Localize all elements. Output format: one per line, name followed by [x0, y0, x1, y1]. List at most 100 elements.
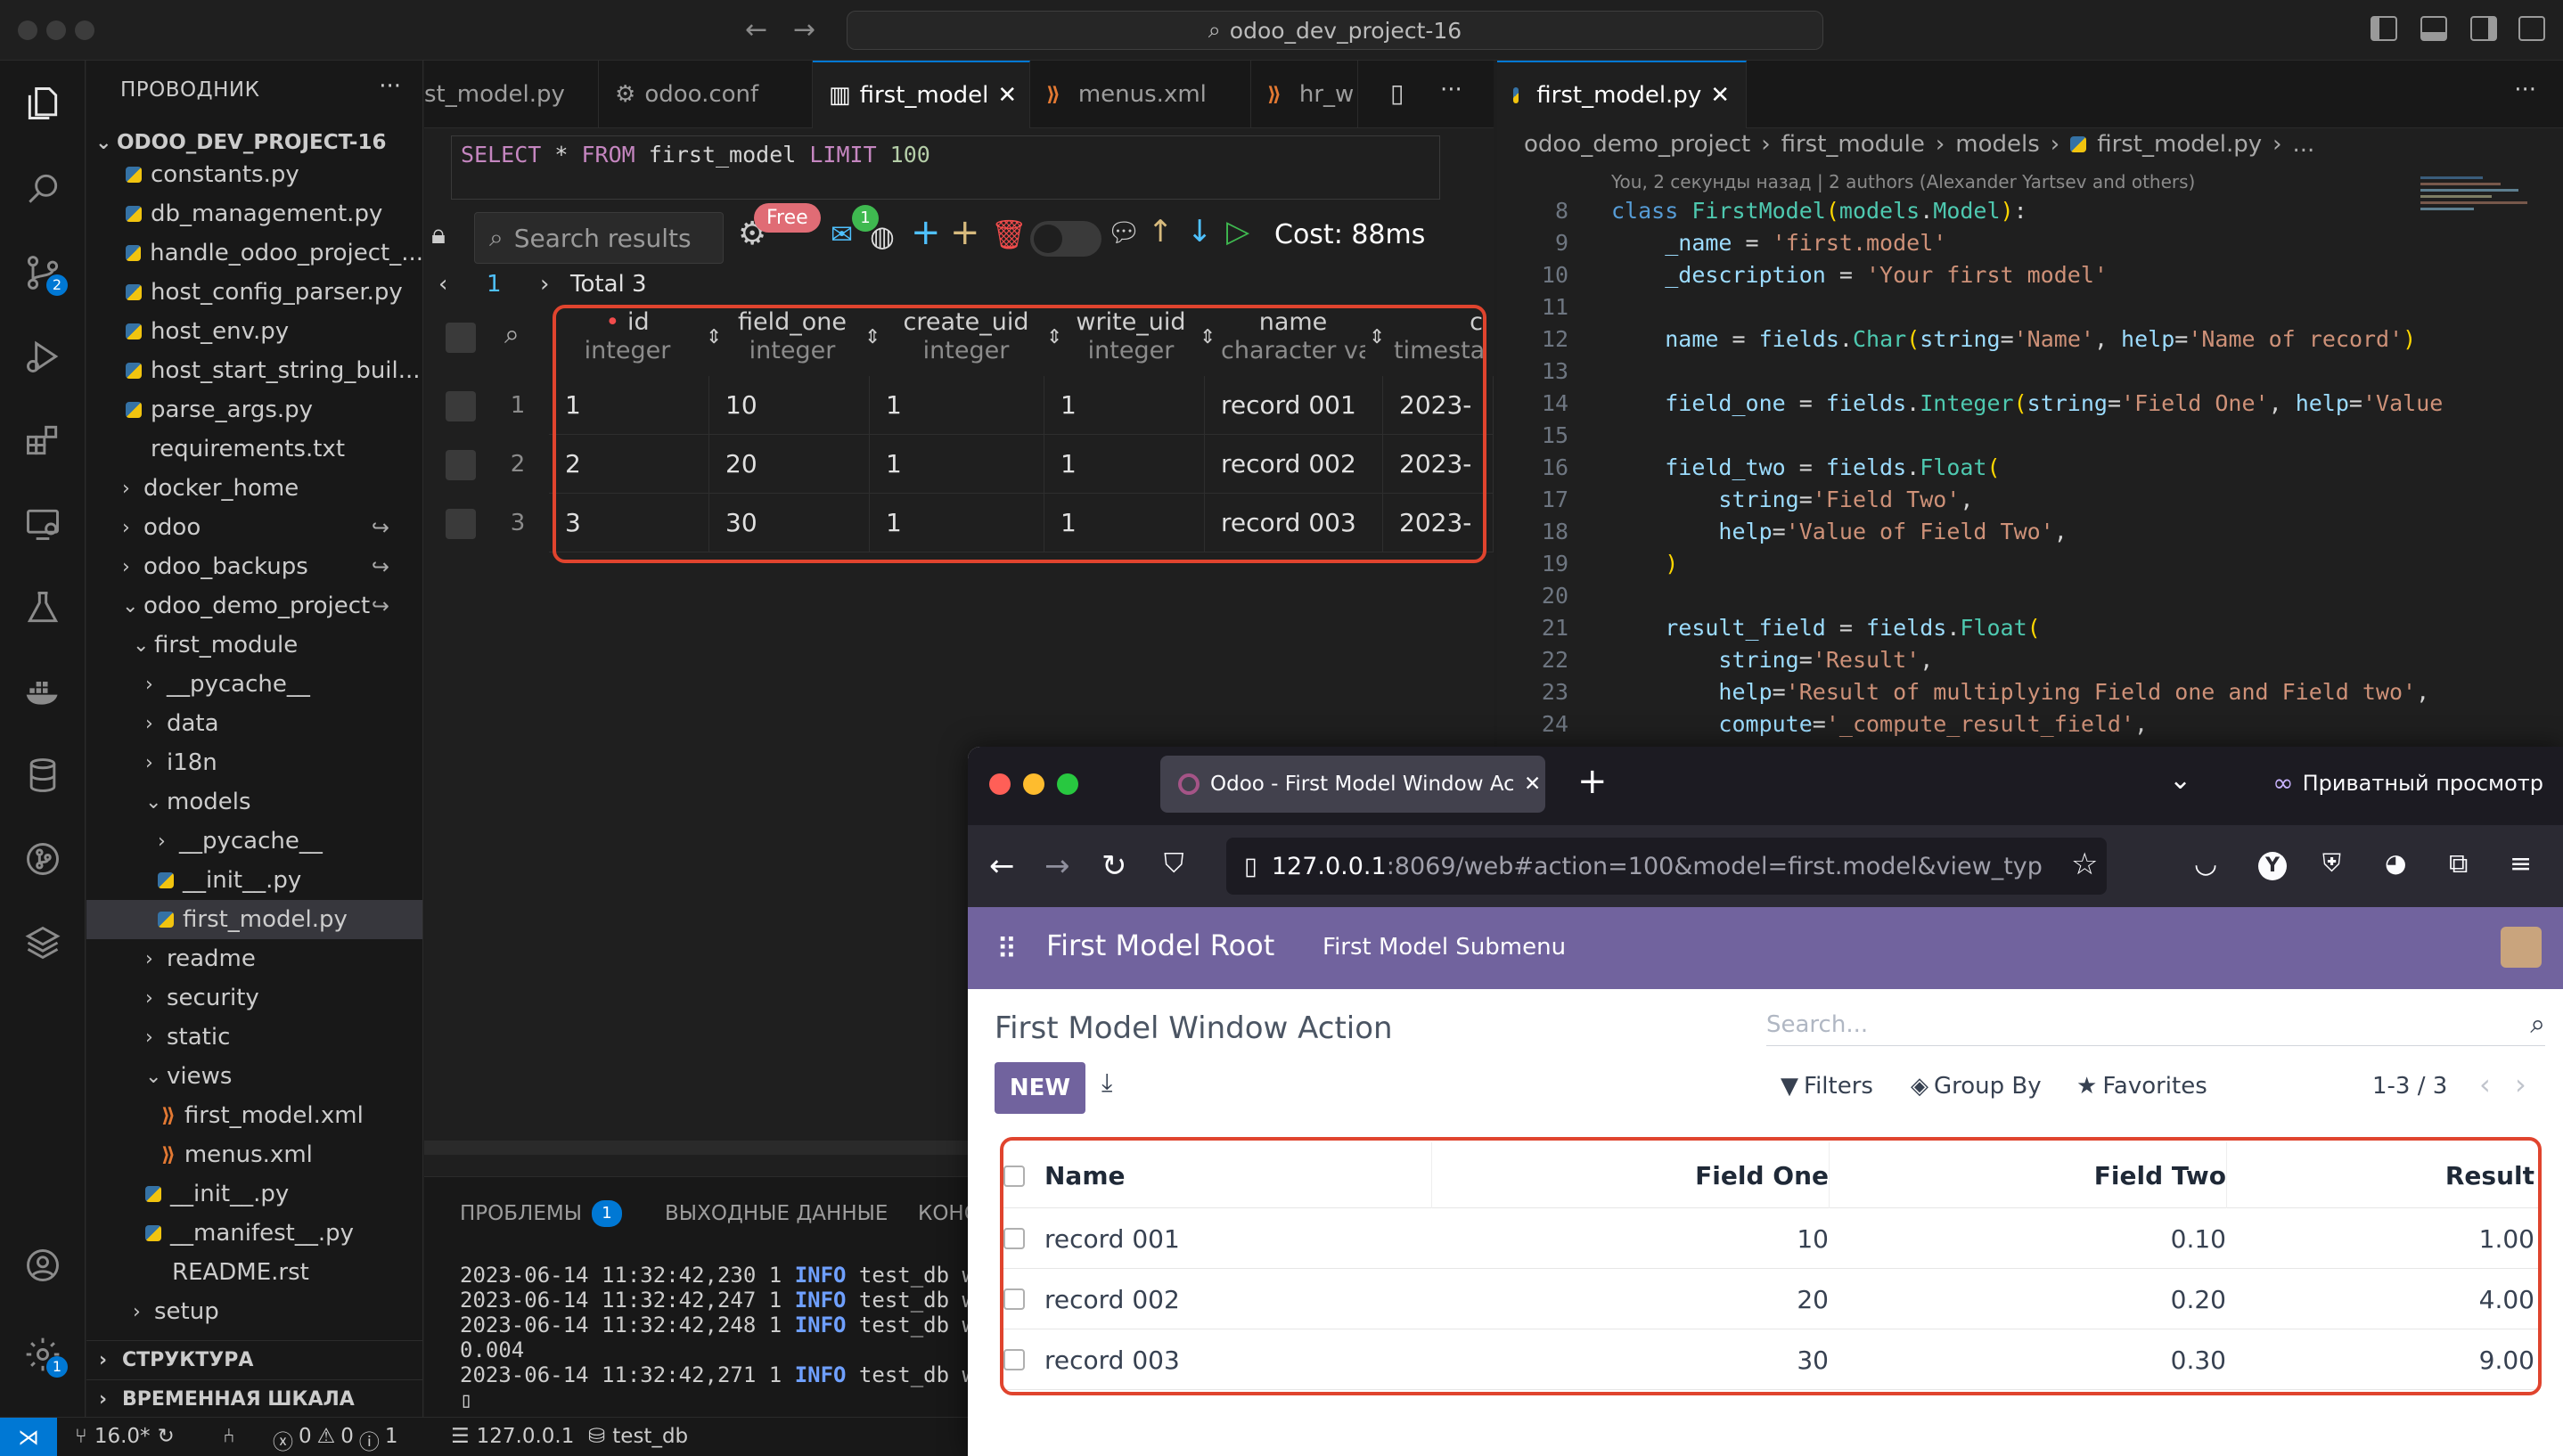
tree-item[interactable]: requirements.txt	[86, 429, 422, 469]
settings-gear-icon[interactable]: 1	[23, 1335, 68, 1378]
tab-problems[interactable]: ПРОБЛЕМЫ	[460, 1202, 582, 1225]
tab-first-model-py-right[interactable]: first_model.py ✕	[1497, 61, 1747, 128]
search-icon[interactable]: ⌕	[504, 319, 520, 350]
arrow-up-icon[interactable]: ↑	[1148, 214, 1174, 249]
toggle-primary-sidebar-icon[interactable]	[2371, 16, 2397, 41]
timeline-section[interactable]: › ВРЕМЕННАЯ ШКАЛА	[86, 1379, 422, 1417]
window-zoom-button[interactable]	[75, 20, 94, 40]
tab-hr-w[interactable]: ⟫ hr_w	[1251, 61, 1358, 128]
bookmark-star-icon[interactable]: ☆	[2071, 847, 2098, 882]
extension-icon[interactable]: ◕	[2385, 848, 2406, 878]
tree-item-selected[interactable]: first_model.py	[86, 900, 422, 939]
new-tab-icon[interactable]: +	[1577, 761, 1608, 802]
layers-icon[interactable]	[23, 923, 62, 962]
tree-item[interactable]: __manifest__.py	[86, 1214, 422, 1253]
group-by-button[interactable]: ◈ Group By	[1911, 1073, 2042, 1100]
window-close-button[interactable]	[989, 773, 1011, 795]
breadcrumb-item[interactable]: ...	[2293, 131, 2315, 158]
next-page-icon[interactable]: ›	[540, 271, 549, 298]
reload-icon[interactable]: ↻	[1101, 848, 1127, 884]
window-minimize-button[interactable]	[46, 20, 66, 40]
tree-item[interactable]: host_config_parser.py	[86, 273, 422, 312]
extensions-puzzle-icon[interactable]: ⧉	[2449, 848, 2468, 879]
mail-icon[interactable]: ✉	[831, 219, 853, 250]
explorer-icon[interactable]	[23, 84, 62, 123]
search-input[interactable]: Search... ⌕	[1766, 1003, 2545, 1046]
breadcrumb-item[interactable]: models	[1955, 131, 2040, 158]
git-branch[interactable]: ⑂ 16.0* ↻	[75, 1425, 175, 1448]
tree-folder[interactable]: › security	[86, 978, 422, 1018]
browser-tab[interactable]: Odoo - First Model Window Acti ✕	[1160, 756, 1545, 813]
tree-item[interactable]: ⟫ menus.xml	[86, 1135, 422, 1174]
ublock-icon[interactable]: ⛨	[2322, 848, 2341, 879]
db-connection[interactable]: ☰ 127.0.0.1	[451, 1425, 574, 1448]
tree-item[interactable]: handle_odoo_project_...	[86, 233, 422, 273]
address-bar[interactable]: ▯ 127.0.0.1:8069/web#action=100&model=fi…	[1226, 838, 2107, 895]
tree-item[interactable]: db_management.py	[86, 194, 422, 233]
select-all-checkbox[interactable]	[446, 323, 476, 353]
tree-folder[interactable]: › odoo_backups ↪	[86, 547, 422, 586]
tree-folder[interactable]: ⌄ views	[86, 1057, 422, 1096]
code-editor[interactable]: odoo_demo_project › first_module › models ›…	[1497, 128, 2563, 748]
avatar[interactable]	[2501, 927, 2542, 968]
tree-item[interactable]: README.rst	[86, 1253, 422, 1292]
apps-grid-icon[interactable]: ⠿	[996, 932, 1017, 966]
close-icon[interactable]: ✕	[997, 82, 1017, 109]
accounts-icon[interactable]	[23, 1246, 62, 1285]
tree-folder[interactable]: › docker_home	[86, 469, 422, 508]
search-icon[interactable]: ⌕	[2530, 1009, 2545, 1040]
lock-icon[interactable]: 🔒︎	[431, 219, 446, 250]
forward-arrow-icon[interactable]: →	[1044, 848, 1070, 884]
row-checkbox[interactable]	[446, 450, 476, 480]
tree-item[interactable]: __init__.py	[86, 861, 422, 900]
back-arrow-icon[interactable]: ←	[989, 848, 1015, 884]
prev-page-icon[interactable]: ‹	[2479, 1067, 2491, 1101]
window-close-button[interactable]	[18, 20, 37, 40]
back-arrow-icon[interactable]: ←	[745, 14, 767, 45]
menu-item-submenu[interactable]: First Model Submenu	[1322, 934, 1566, 961]
tab-sql-first-model[interactable]: ▥ first_model ✕	[813, 61, 1030, 128]
tree-item[interactable]: constants.py	[86, 155, 422, 194]
delete-icon[interactable]: 🗑︎	[991, 217, 1028, 251]
testing-icon[interactable]	[23, 588, 62, 627]
tab-odoo-conf[interactable]: ⚙ odoo.conf	[599, 61, 813, 128]
db-name[interactable]: ⛁ test_db	[588, 1425, 688, 1448]
remote-explorer-icon[interactable]	[23, 504, 62, 544]
source-control-icon[interactable]: 2	[23, 253, 68, 296]
github-icon[interactable]: ◍	[870, 219, 895, 253]
toggle-switch[interactable]	[1030, 221, 1101, 257]
tree-folder[interactable]: ⌄ odoo_demo_project ↪	[86, 586, 422, 626]
filters-button[interactable]: ▼ Filters	[1781, 1073, 1873, 1100]
tree-item[interactable]: __init__.py	[86, 1174, 422, 1214]
pager-value[interactable]: 1-3 / 3	[2372, 1073, 2447, 1100]
tree-folder[interactable]: › setup	[86, 1292, 422, 1331]
git-graph-status-icon[interactable]: ⑃	[223, 1425, 235, 1448]
run-debug-icon[interactable]	[23, 337, 62, 376]
download-icon[interactable]: ⤓	[1101, 1067, 1112, 1098]
breadcrumb-item[interactable]: first_module	[1781, 131, 1925, 158]
more-actions-icon[interactable]: ···	[1440, 77, 1462, 103]
comment-icon[interactable]: 💬︎	[1107, 217, 1141, 249]
tree-folder[interactable]: › odoo ↪	[86, 508, 422, 547]
yandex-extension-icon[interactable]: Y	[2258, 852, 2287, 880]
tree-folder[interactable]: › __pycache__	[86, 822, 422, 861]
tab-menus-xml[interactable]: ⟫ menus.xml	[1030, 61, 1251, 128]
favorites-button[interactable]: ★ Favorites	[2076, 1073, 2207, 1100]
tree-item[interactable]: parse_args.py	[86, 390, 422, 429]
menu-icon[interactable]: ≡	[2510, 848, 2532, 879]
add-column-icon[interactable]: +	[950, 212, 980, 253]
remote-indicator-icon[interactable]: ⋊	[0, 1418, 57, 1456]
app-title[interactable]: First Model Root	[1046, 928, 1274, 962]
problems-status[interactable]: ⓧ 0 ⚠ 0 ⓘ 1	[273, 1425, 398, 1455]
run-query-icon[interactable]: ▷	[1226, 214, 1249, 249]
window-zoom-button[interactable]	[1057, 773, 1078, 795]
toggle-panel-icon[interactable]	[2420, 16, 2447, 41]
tree-folder[interactable]: ⌄ first_module	[86, 626, 422, 665]
outline-section[interactable]: › СТРУКТУРА	[86, 1340, 422, 1379]
shield-icon[interactable]: ⛉	[1164, 848, 1184, 879]
database-icon[interactable]	[23, 756, 62, 795]
row-checkbox[interactable]	[446, 509, 476, 539]
more-actions-icon[interactable]: ···	[379, 73, 401, 100]
tree-item[interactable]: host_env.py	[86, 312, 422, 351]
split-editor-icon[interactable]: ▯	[1390, 78, 1404, 108]
